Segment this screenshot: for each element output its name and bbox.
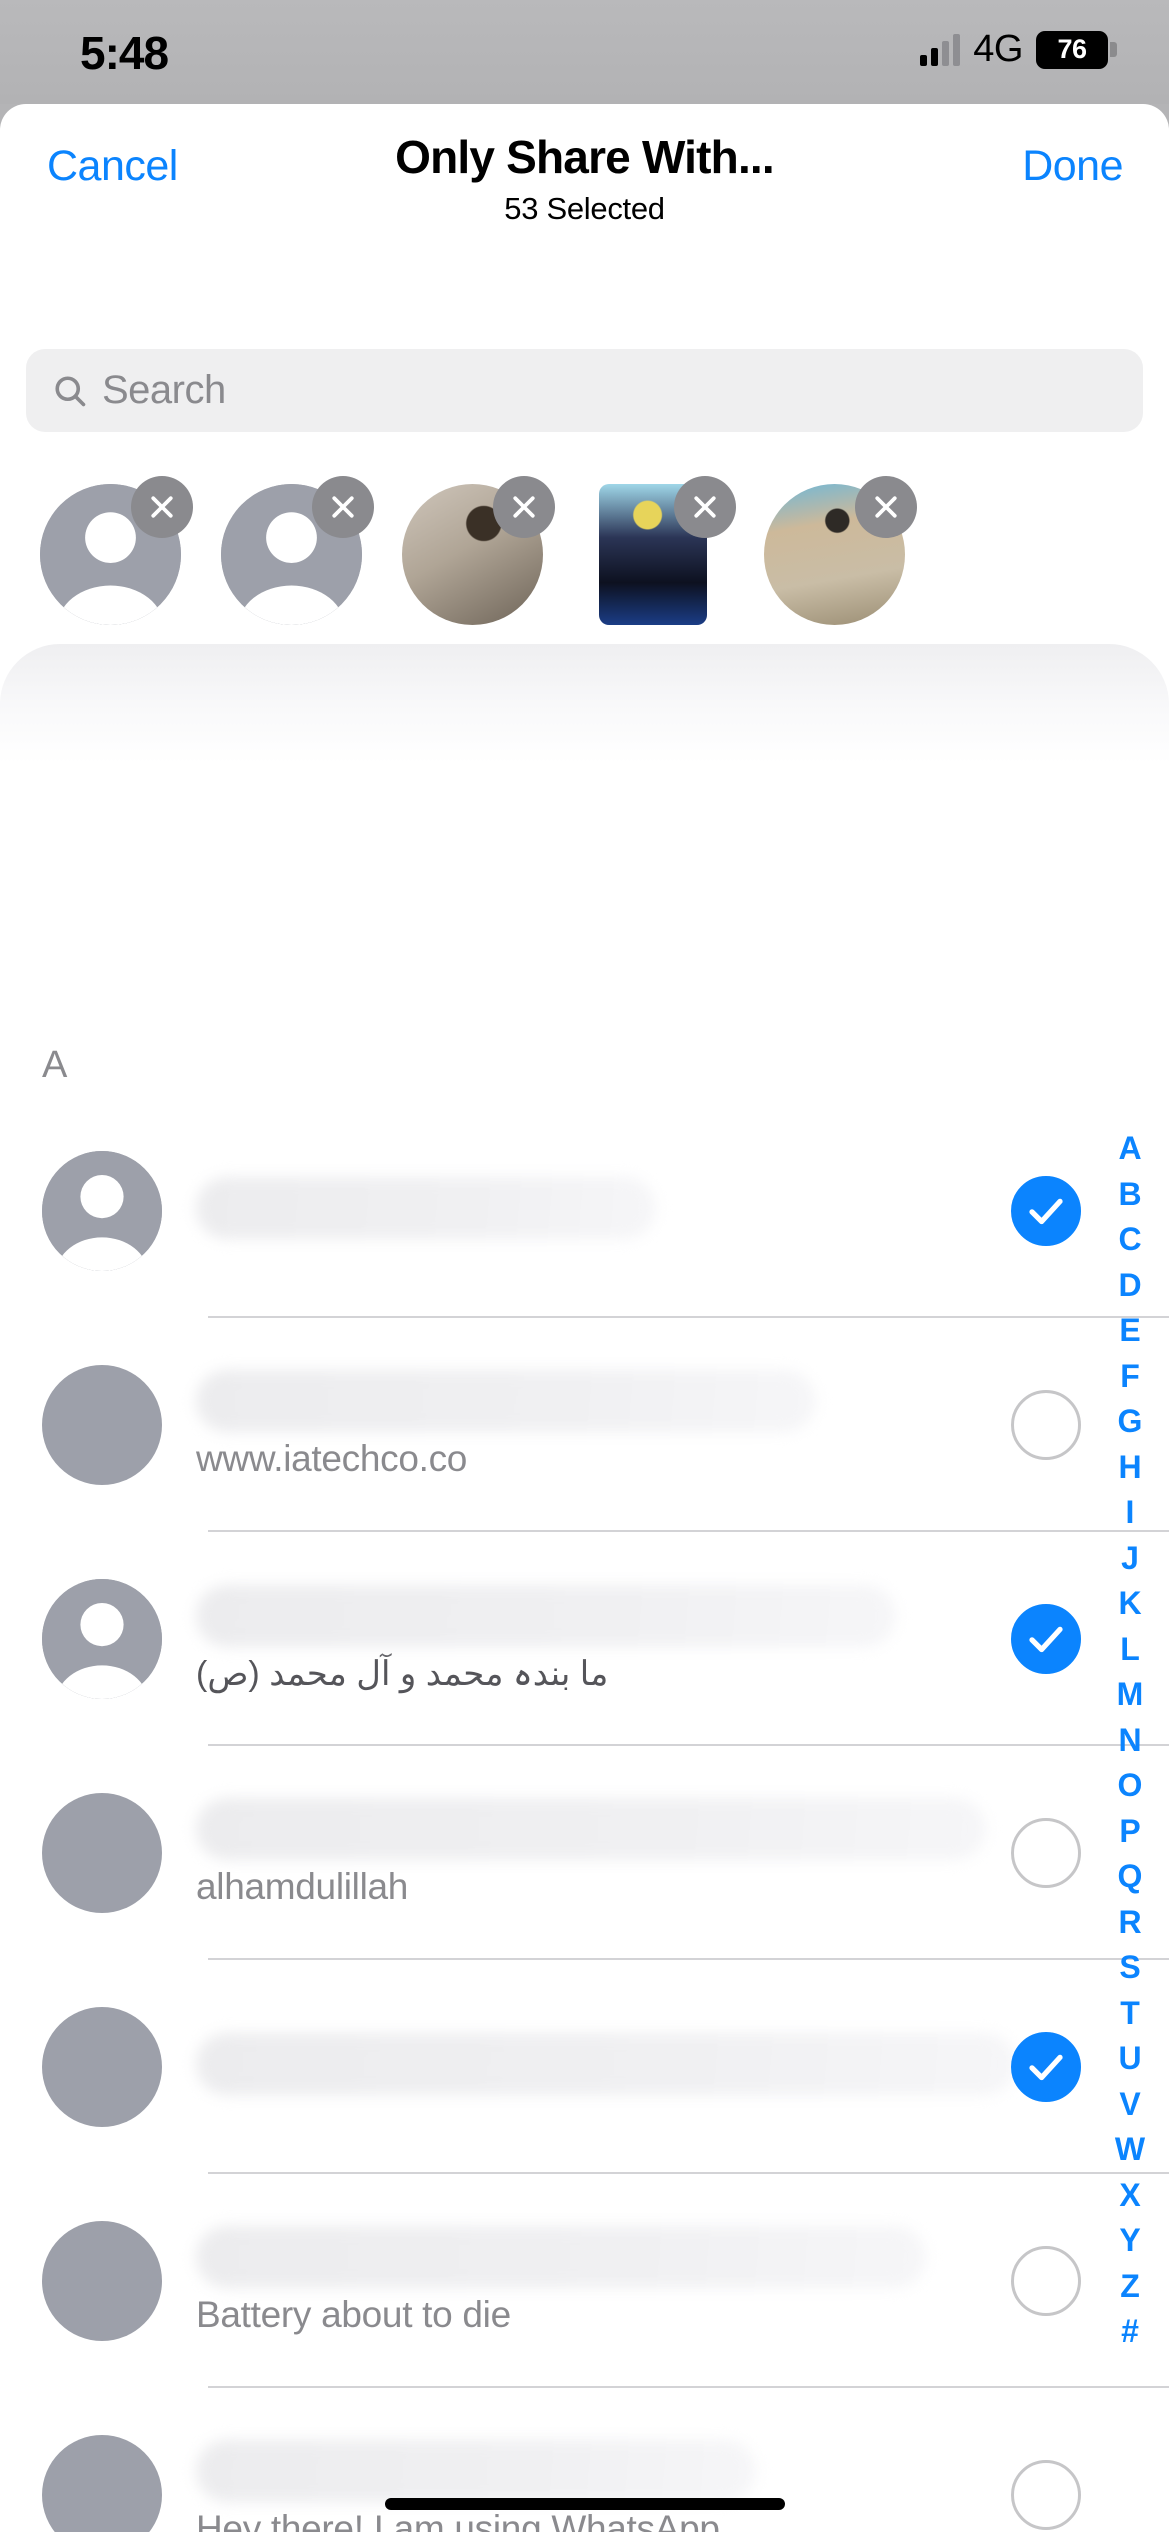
alphabet-index-letter[interactable]: J	[1121, 1536, 1139, 1582]
page-title: Only Share With...	[395, 131, 775, 183]
selected-contact-chip[interactable]	[221, 476, 374, 625]
alphabet-index-letter[interactable]: M	[1117, 1672, 1144, 1718]
avatar	[42, 2221, 162, 2341]
close-icon	[513, 496, 535, 518]
check-icon	[1029, 1626, 1063, 1653]
nav-title-group: Only Share With... 53 Selected	[0, 104, 1169, 227]
alphabet-index-letter[interactable]: #	[1121, 2309, 1139, 2355]
contact-list[interactable]: www.iatechco.co ما بندہ محمد و آل محمد (…	[0, 1104, 1169, 2532]
contact-name-redacted	[196, 1584, 896, 1647]
contact-list-item[interactable]	[0, 1104, 1169, 1318]
contact-name-redacted	[196, 1177, 656, 1239]
selected-count-label: 53 Selected	[504, 191, 665, 226]
status-bar-time: 5:48	[80, 27, 169, 79]
alphabet-index-letter[interactable]: V	[1119, 2082, 1140, 2128]
remove-contact-button[interactable]	[312, 476, 374, 538]
close-icon	[332, 496, 354, 518]
avatar	[42, 1579, 162, 1699]
section-header-a: A	[42, 1044, 68, 1086]
alphabet-index-letter[interactable]: T	[1120, 1991, 1140, 2037]
alphabet-index-letter[interactable]: O	[1118, 1763, 1143, 1809]
contact-list-item[interactable]: ما بندہ محمد و آل محمد (ص)	[0, 1532, 1169, 1746]
status-bar: 5:48 4G 76	[0, 0, 1169, 104]
home-indicator[interactable]	[384, 2498, 785, 2510]
close-icon	[694, 496, 716, 518]
contact-list-item[interactable]: Battery about to die	[0, 2174, 1169, 2388]
selected-contact-chip[interactable]	[764, 476, 917, 625]
search-placeholder: Search	[102, 368, 226, 412]
person-icon	[42, 1579, 162, 1699]
network-type-label: 4G	[973, 28, 1023, 70]
contact-select-checkbox[interactable]	[1011, 1604, 1081, 1674]
search-input[interactable]: Search	[26, 349, 1143, 432]
scroll-fade-overlay	[0, 644, 1169, 764]
avatar	[42, 1365, 162, 1485]
alphabet-index-letter[interactable]: S	[1119, 1945, 1140, 1991]
iphone-screen: 5:48 4G 76 Cancel Only Share With... 53 …	[0, 0, 1169, 2532]
status-bar-indicators: 4G 76	[920, 28, 1117, 71]
avatar	[42, 2435, 162, 2532]
alphabet-index-letter[interactable]: P	[1119, 1809, 1140, 1855]
contact-list-item[interactable]: www.iatechco.co	[0, 1318, 1169, 1532]
avatar	[42, 1793, 162, 1913]
avatar	[42, 2007, 162, 2127]
selected-contact-chip[interactable]	[40, 476, 193, 625]
person-icon	[42, 1151, 162, 1271]
alphabet-index-letter[interactable]: E	[1119, 1308, 1140, 1354]
cellular-bars-icon	[920, 33, 961, 66]
contact-name-redacted	[196, 1798, 986, 1860]
selected-contacts-row[interactable]	[0, 476, 1169, 654]
alphabet-index-letter[interactable]: L	[1120, 1627, 1140, 1673]
alphabet-index-letter[interactable]: H	[1118, 1445, 1141, 1491]
alphabet-index-letter[interactable]: R	[1118, 1900, 1141, 1946]
remove-contact-button[interactable]	[493, 476, 555, 538]
contact-name-redacted	[196, 2033, 1016, 2095]
close-icon	[875, 496, 897, 518]
contact-name-redacted	[196, 2226, 926, 2288]
alphabet-index-letter[interactable]: C	[1118, 1217, 1141, 1263]
alphabet-index-letter[interactable]: N	[1118, 1718, 1141, 1764]
close-icon	[151, 496, 173, 518]
alphabet-index-letter[interactable]: Z	[1120, 2264, 1140, 2310]
alphabet-index-letter[interactable]: B	[1118, 1172, 1141, 1218]
contact-select-checkbox[interactable]	[1011, 2032, 1081, 2102]
remove-contact-button[interactable]	[674, 476, 736, 538]
remove-contact-button[interactable]	[131, 476, 193, 538]
selected-contact-chip[interactable]	[583, 476, 736, 625]
contact-list-item[interactable]: Hey there! I am using WhatsApp.	[0, 2388, 1169, 2532]
check-icon	[1029, 1198, 1063, 1225]
alphabet-index-letter[interactable]: U	[1118, 2036, 1141, 2082]
battery-percentage: 76	[1057, 34, 1087, 64]
alphabet-index-letter[interactable]: G	[1118, 1399, 1143, 1445]
done-button[interactable]: Done	[1022, 142, 1123, 191]
alphabet-index-letter[interactable]: A	[1118, 1126, 1141, 1172]
contact-list-item[interactable]	[0, 1960, 1169, 2174]
alphabet-index-letter[interactable]: F	[1120, 1354, 1140, 1400]
check-icon	[1029, 2054, 1063, 2081]
contact-select-checkbox[interactable]	[1011, 1176, 1081, 1246]
alphabet-index-letter[interactable]: X	[1119, 2173, 1140, 2219]
alphabet-index[interactable]: A B C D E F G H I J K L M N O P Q R S T U V W X Y Z #	[1103, 1126, 1157, 2355]
contact-select-checkbox[interactable]	[1011, 2460, 1081, 2530]
nav-header: Cancel Only Share With... 53 Selected Do…	[0, 104, 1169, 226]
search-icon	[55, 375, 86, 406]
alphabet-index-letter[interactable]: W	[1115, 2127, 1145, 2173]
share-sheet: Cancel Only Share With... 53 Selected Do…	[0, 104, 1169, 2532]
selected-contact-chip[interactable]	[402, 476, 555, 625]
contact-list-item[interactable]: alhamdulillah	[0, 1746, 1169, 1960]
alphabet-index-letter[interactable]: Q	[1118, 1854, 1143, 1900]
contact-select-checkbox[interactable]	[1011, 1818, 1081, 1888]
contact-name-redacted	[196, 1370, 816, 1432]
alphabet-index-letter[interactable]: I	[1126, 1490, 1135, 1536]
contact-name-redacted	[196, 2440, 756, 2502]
alphabet-index-letter[interactable]: Y	[1119, 2218, 1140, 2264]
battery-icon: 76	[1036, 30, 1117, 69]
contact-select-checkbox[interactable]	[1011, 2246, 1081, 2316]
alphabet-index-letter[interactable]: D	[1118, 1263, 1141, 1309]
contact-select-checkbox[interactable]	[1011, 1390, 1081, 1460]
alphabet-index-letter[interactable]: K	[1118, 1581, 1141, 1627]
remove-contact-button[interactable]	[855, 476, 917, 538]
avatar	[42, 1151, 162, 1271]
